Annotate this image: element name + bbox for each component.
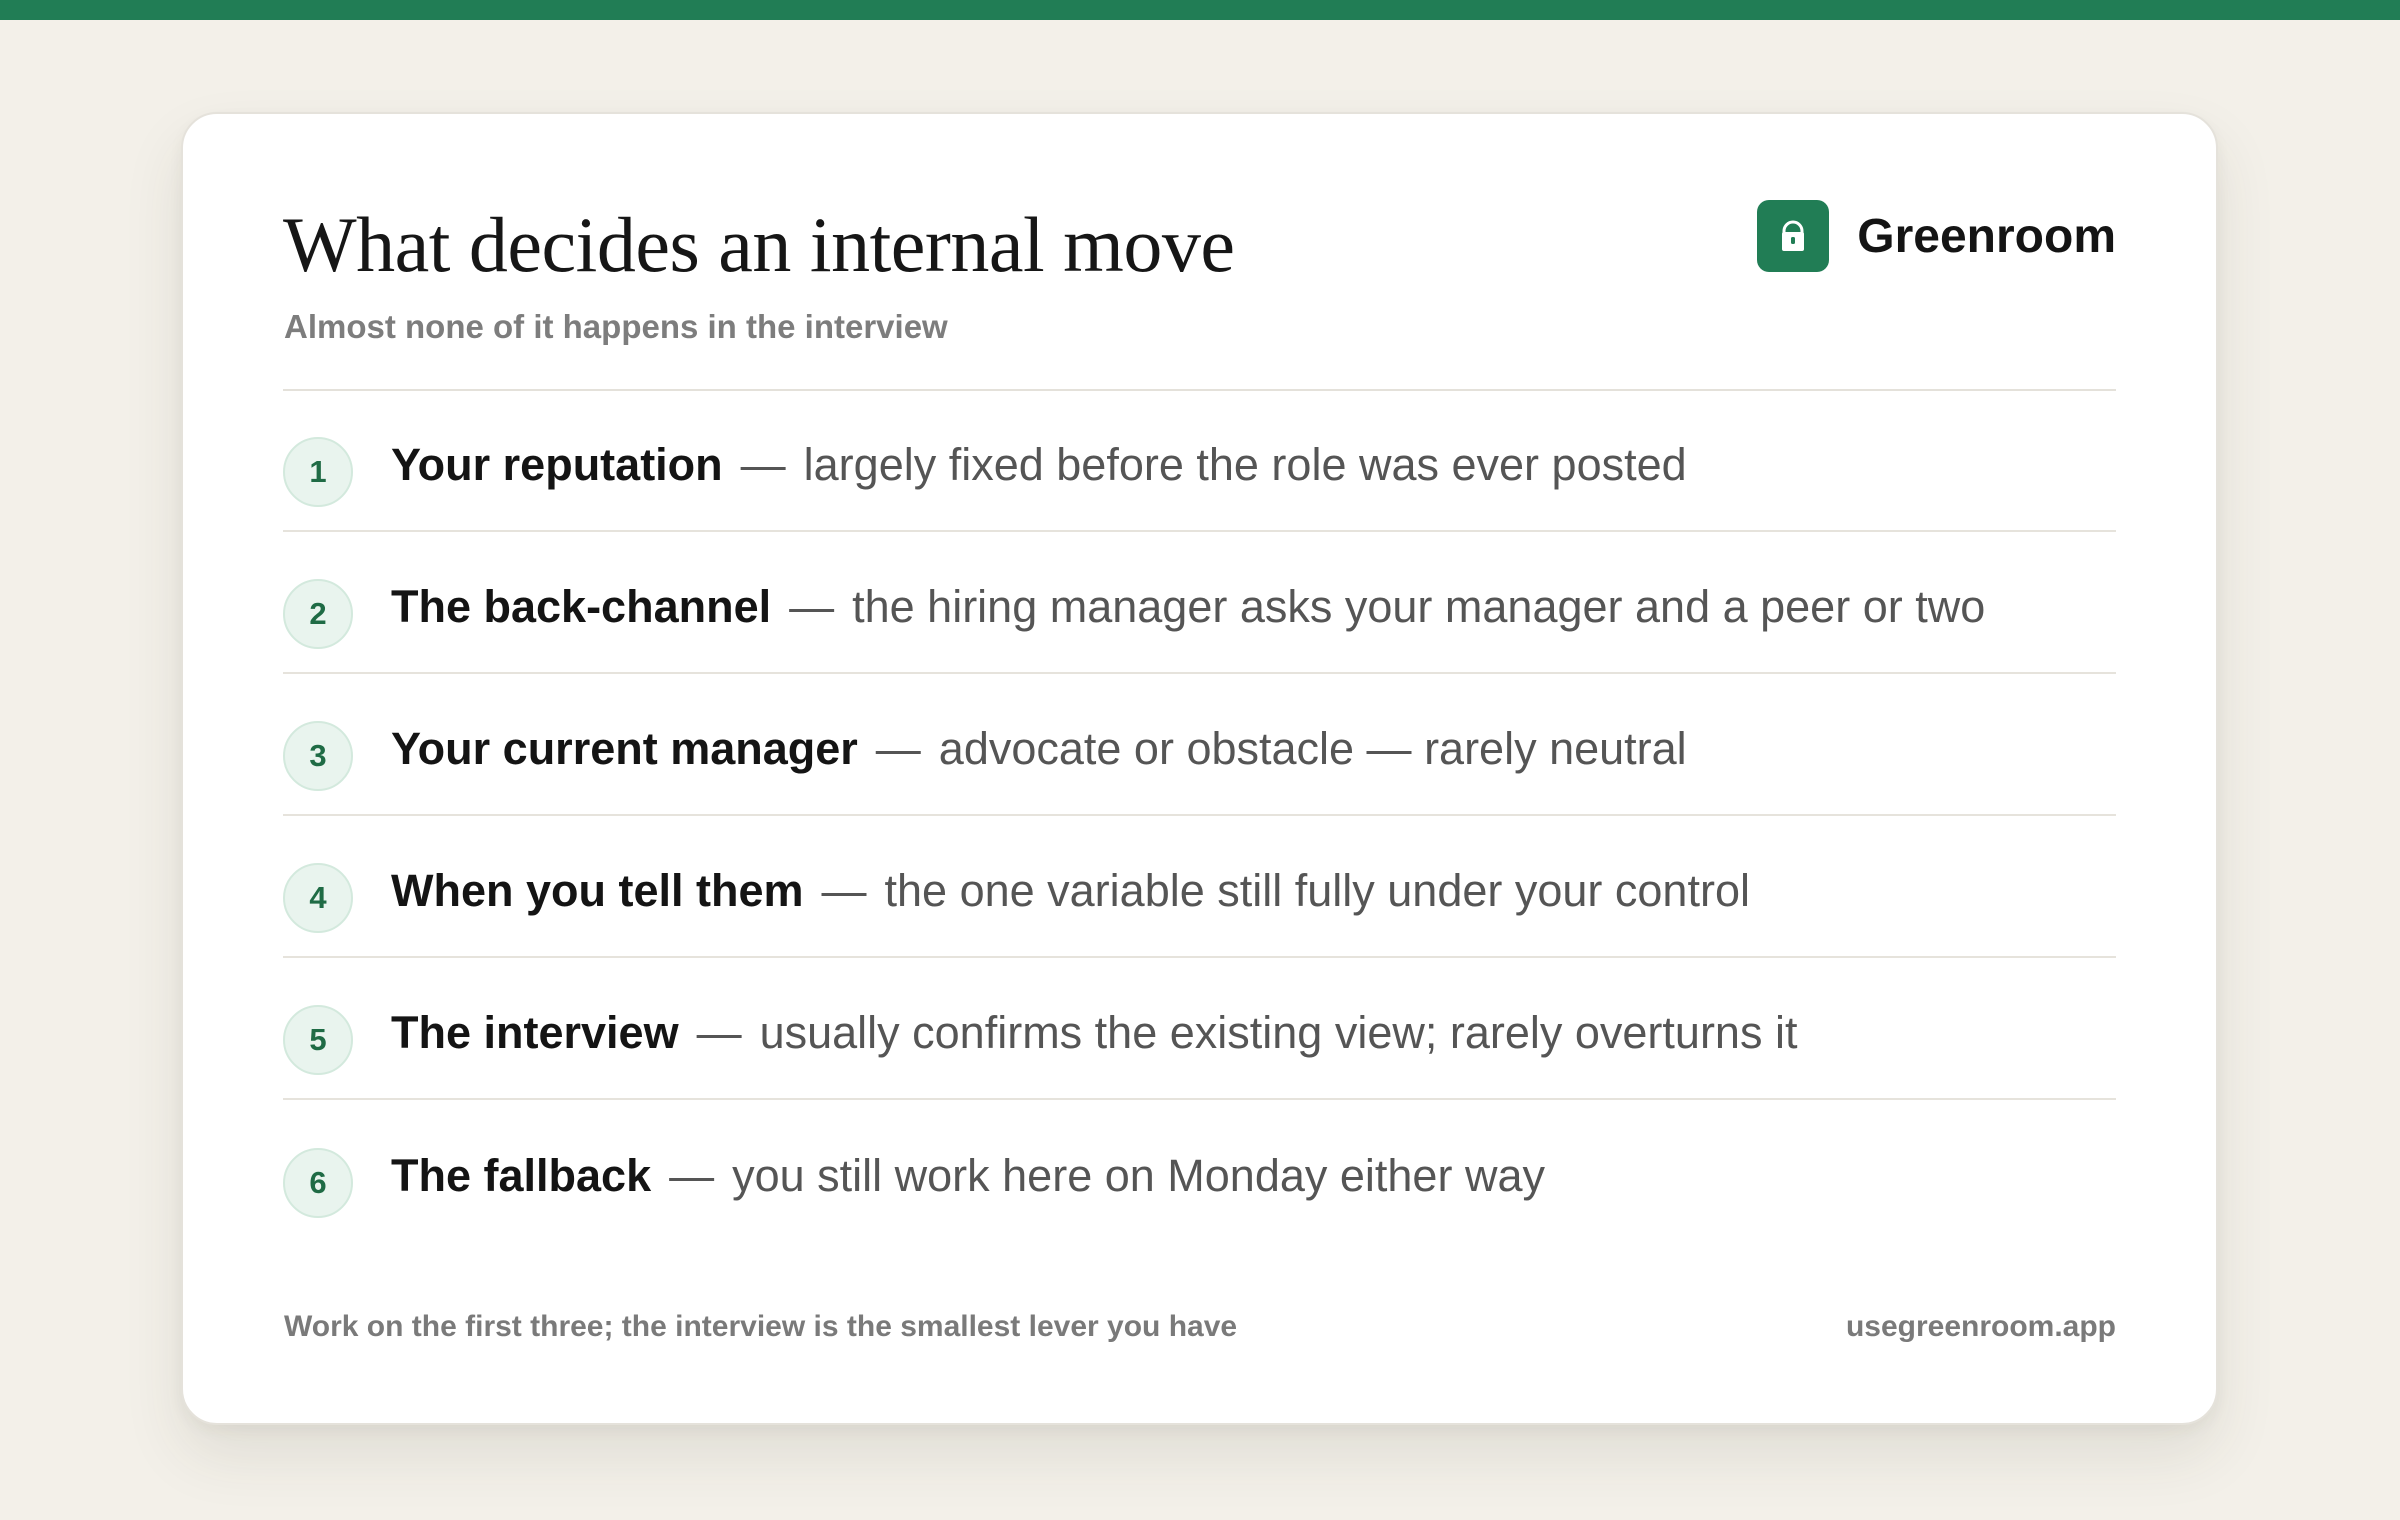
item-description: advocate or obstacle — rarely neutral — [938, 722, 1687, 774]
item-label: The back-channel — [391, 580, 772, 632]
item-label: Your current manager — [391, 722, 858, 774]
item-separator: — — [696, 1006, 742, 1058]
list-item: 4 When you tell them — the one variable st… — [283, 816, 2116, 958]
item-description: usually confirms the existing view; rare… — [759, 1006, 1798, 1058]
item-separator: — — [789, 580, 835, 632]
item-text: Your current manager — advocate or obstacl… — [391, 726, 1687, 771]
list-item: 5 The interview — usually confirms the exi… — [283, 958, 2116, 1100]
factor-list: 1 Your reputation — largely fixed before t… — [283, 390, 2116, 1242]
brand-name: Greenroom — [1857, 209, 2116, 263]
item-description: the one variable still fully under your … — [884, 864, 1750, 916]
item-number-badge: 3 — [283, 721, 353, 791]
item-text: The interview — usually confirms the exist… — [391, 1010, 1797, 1055]
item-number-badge: 5 — [283, 1005, 353, 1075]
item-text: Your reputation — largely fixed before the… — [391, 442, 1687, 487]
item-number-badge: 6 — [283, 1148, 353, 1218]
item-description: largely fixed before the role was ever p… — [803, 438, 1687, 490]
list-item: 6 The fallback — you still work here on Mo… — [283, 1100, 2116, 1242]
footer-note: Work on the first three; the interview i… — [284, 1310, 1238, 1343]
page-subtitle: Almost none of it happens in the intervi… — [284, 308, 948, 345]
item-separator: — — [740, 438, 786, 490]
item-text: When you tell them — the one variable stil… — [391, 868, 1750, 913]
page-title: What decides an internal move — [283, 201, 1235, 288]
item-description: you still work here on Monday either way — [732, 1149, 1545, 1201]
item-description: the hiring manager asks your manager and… — [852, 580, 1986, 632]
item-label: When you tell them — [391, 864, 804, 916]
item-number-badge: 2 — [283, 579, 353, 649]
item-separator: — — [821, 864, 867, 916]
list-item: 2 The back-channel — the hiring manager as… — [283, 532, 2116, 674]
item-number-badge: 1 — [283, 437, 353, 507]
list-item: 1 Your reputation — largely fixed before t… — [283, 390, 2116, 532]
lock-icon — [1757, 200, 1830, 272]
item-label: Your reputation — [391, 438, 723, 490]
item-text: The back-channel — the hiring manager asks… — [391, 584, 1985, 629]
item-separator: — — [669, 1149, 715, 1201]
content-card: What decides an internal move Almost non… — [181, 112, 2218, 1425]
item-text: The fallback — you still work here on Mond… — [391, 1153, 1545, 1198]
list-item: 3 Your current manager — advocate or obsta… — [283, 674, 2116, 816]
item-number-badge: 4 — [283, 863, 353, 933]
top-accent-bar — [0, 0, 2400, 20]
brand: Greenroom — [1757, 200, 2116, 272]
item-separator: — — [875, 722, 921, 774]
item-label: The fallback — [391, 1149, 652, 1201]
footer-url-link[interactable]: usegreenroom.app — [1846, 1310, 2116, 1344]
item-label: The interview — [391, 1006, 679, 1058]
